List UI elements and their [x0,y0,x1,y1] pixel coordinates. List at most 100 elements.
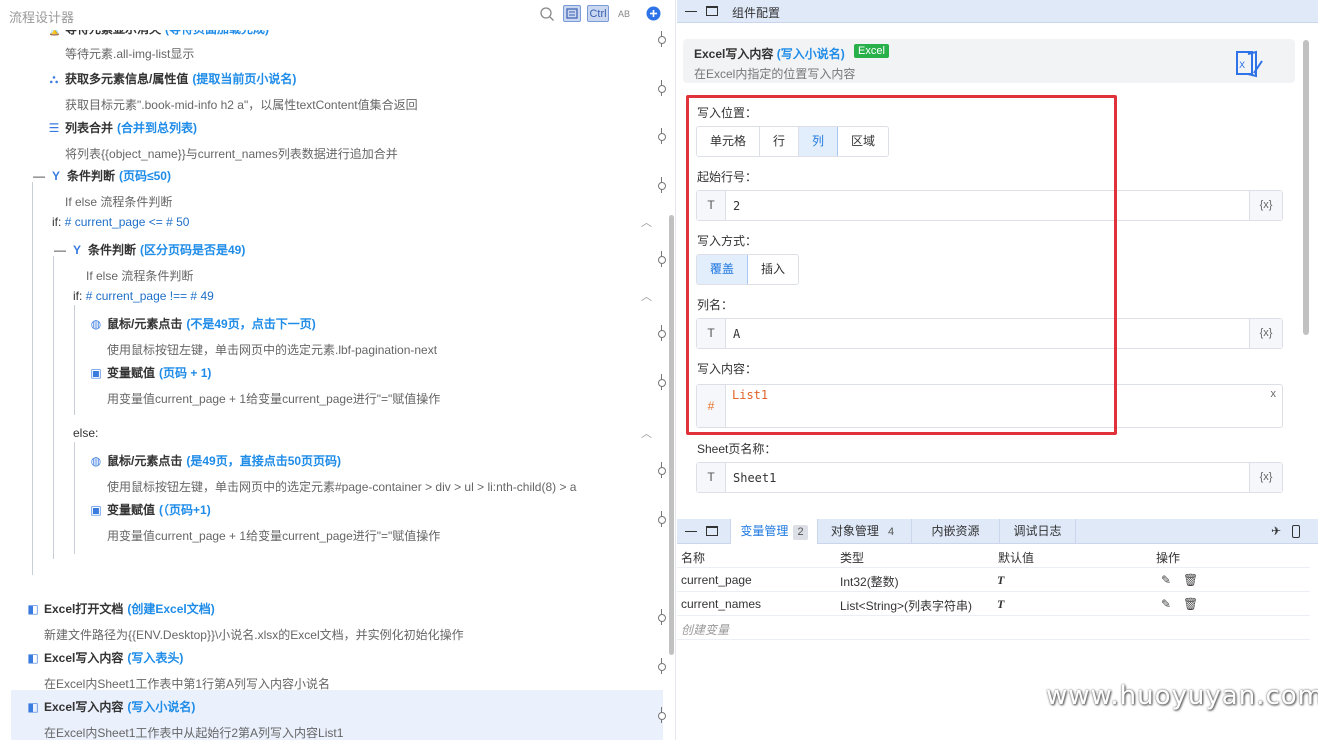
text-type-icon[interactable]: T [697,463,726,492]
step-tag: (页码 + 1) [159,366,212,380]
step-name: 变量赋值 [107,503,156,517]
breakpoint-pin-icon[interactable] [657,80,667,96]
mobile-icon[interactable] [1292,525,1300,538]
if-branch-2[interactable]: if: # current_page !== # 49 [73,289,214,303]
component-card: Excel写入内容 (写入小说名) Excel 在Excel内指定的位置写入内容… [683,39,1295,83]
flow-step-excel-write-names[interactable]: ◧ Excel写入内容 (写入小说名) 在Excel内Sheet1工作表中从起始行2… [26,698,343,740]
edit-icon[interactable]: ✎ [1161,597,1171,611]
step-tag: (区分页码是否是49) [140,243,246,257]
flow-step-get-elements[interactable]: ⛬ 获取多元素信息/属性值 (提取当前页小说名) 获取目标元素".book-mid-… [47,70,418,113]
flow-step-condition-page-le-50[interactable]: — Y 条件判断 (页码≤50) If else 流程条件判断 [33,167,172,210]
flow-scrollbar[interactable] [669,215,674,655]
search-icon[interactable] [539,5,555,22]
flow-step-assign-page[interactable]: ▣ 变量赋值 (页码 + 1) 用变量值current_page + 1给变量cur… [89,364,440,407]
table-row[interactable]: current_page Int32(整数) T ✎ 🗑 [677,568,1310,592]
chevron-up-icon[interactable]: ︿ [641,425,652,441]
if-expression: # current_page !== # 49 [85,289,214,303]
step-desc: If else 流程条件判断 [65,195,173,209]
branch-line [32,182,33,575]
variable-button[interactable]: {x} [1249,463,1282,492]
maximize-icon[interactable] [706,6,718,16]
breakpoint-pin-icon[interactable] [657,462,667,478]
minimize-icon[interactable] [685,11,697,12]
breakpoint-pin-icon[interactable] [657,707,667,723]
breakpoint-pin-icon[interactable] [657,609,667,625]
breakpoint-pin-icon[interactable] [657,31,667,47]
mouse-icon: ◍ [90,453,102,468]
spellcheck-icon[interactable]: AB [615,5,633,22]
variable-button[interactable]: {x} [1249,319,1282,348]
excel-write-icon: ◧ [27,650,39,665]
flow-step-excel-open[interactable]: ◧ Excel打开文档 (创建Excel文档) 新建文件路径为{{ENV.Deskt… [26,600,463,643]
tab-objects[interactable]: 对象管理 4 [818,519,912,544]
tab-resources[interactable]: 内嵌资源 [912,519,1000,544]
step-desc: 在Excel内Sheet1工作表中第1行第A列写入内容小说名 [44,677,331,691]
clear-icon[interactable]: x [1271,388,1277,400]
text-type-icon: T [997,573,1005,587]
variable-button[interactable]: {x} [1249,191,1282,220]
sheet-name-label: Sheet页名称： [697,442,777,456]
flow-step-condition-page-49[interactable]: — Y 条件判断 (区分页码是否是49) If else 流程条件判断 [54,241,245,284]
list-merge-icon: ☰ [48,120,60,135]
flow-step-excel-write-header[interactable]: ◧ Excel写入内容 (写入表头) 在Excel内Sheet1工作表中第1行第A列… [26,649,330,692]
step-tag: (不是49页，点击下一页) [186,317,316,331]
edit-icon[interactable]: ✎ [1161,573,1171,587]
flow-designer-header: 流程设计器 Ctrl AB [0,0,675,30]
maximize-icon[interactable] [706,526,718,536]
select-tool-icon[interactable] [563,5,581,22]
create-variable-link[interactable]: 创建变量 [681,621,729,638]
step-desc: 等待元素.all-img-list显示 [65,47,195,61]
step-name: 变量赋值 [107,366,156,380]
breakpoint-pin-icon[interactable] [657,325,667,341]
table-row[interactable]: current_names List<String>(列表字符串) T ✎ 🗑 [677,592,1310,616]
tab-debug-log[interactable]: 调试日志 [1000,519,1076,544]
excel-write-large-icon: X [1234,49,1264,79]
add-circle-icon[interactable] [645,5,661,22]
config-scrollbar[interactable] [1303,40,1309,335]
step-name: 条件判断 [67,169,116,183]
flow-list: ⌛等待元素显示消失(等待页面加载完成) 等待元素.all-img-list显示 … [0,0,675,740]
table-header: 名称 类型 默认值 操作 [677,544,1310,568]
step-name: Excel打开文档 [44,602,124,616]
flow-designer-panel: ⌛等待元素显示消失(等待页面加载完成) 等待元素.all-img-list显示 … [0,0,676,740]
collapse-icon[interactable]: — [54,243,66,257]
step-name: 列表合并 [65,121,114,135]
branch-line [74,305,75,415]
chevron-up-icon[interactable]: ︿ [641,288,652,304]
breakpoint-pin-icon[interactable] [657,128,667,144]
flow-step-mouse-click-50[interactable]: ◍ 鼠标/元素点击 (是49页，直接点击50页页码) 使用鼠标按钮左键，单击网页中的… [89,452,577,495]
delete-icon[interactable]: 🗑 [1183,573,1198,587]
else-branch[interactable]: else: [73,426,98,440]
watermark: www.huoyuyan.com [1046,681,1318,711]
step-desc: 获取目标元素".book-mid-info h2 a"，以属性textConte… [65,98,418,112]
breakpoint-pin-icon[interactable] [657,177,667,193]
ctrl-toggle-icon[interactable]: Ctrl [587,5,609,22]
flow-step-list-merge[interactable]: ☰ 列表合并 (合并到总列表) 将列表{{object_name}}与current… [47,119,398,162]
breakpoint-pin-icon[interactable] [657,374,667,390]
component-config-panel: 组件配置 Excel写入内容 (写入小说名) Excel 在Excel内指定的位… [677,0,1318,740]
breakpoint-pin-icon[interactable] [657,251,667,267]
sheet-name-input[interactable]: T Sheet1 {x} [696,462,1283,493]
step-name: 获取多元素信息/属性值 [65,72,189,86]
elements-icon: ⛬ [49,71,59,86]
create-variable-row[interactable]: 创建变量 [677,616,1310,640]
step-desc: 使用鼠标按钮左键，单击网页中的选定元素#page-container > div… [107,480,577,494]
condition-icon: Y [51,168,60,183]
branch-line [74,442,75,554]
flow-step-mouse-click-next[interactable]: ◍ 鼠标/元素点击 (不是49页，点击下一页) 使用鼠标按钮左键，单击网页中的选定元… [89,315,437,358]
minimize-icon[interactable] [685,531,697,532]
flow-step-assign-page-2[interactable]: ▣ 变量赋值 (（页码+1) 用变量值current_page + 1给变量curr… [89,501,440,544]
assign-icon: ▣ [90,502,102,517]
tab-variables[interactable]: 变量管理 2 [730,519,818,544]
if-branch-1[interactable]: if: # current_page <= # 50 [52,215,189,229]
breakpoint-pin-icon[interactable] [657,658,667,674]
collapse-icon[interactable]: — [33,169,45,183]
component-desc: 在Excel内指定的位置写入内容 [694,67,856,81]
step-desc: 用变量值current_page + 1给变量current_page进行"="… [107,392,441,406]
breakpoint-pin-icon[interactable] [657,511,667,527]
pin-panel-icon[interactable]: ✈ [1271,524,1281,538]
step-tag: (写入小说名) [127,700,196,714]
delete-icon[interactable]: 🗑 [1183,597,1198,611]
step-tag: (写入表头) [127,651,184,665]
chevron-up-icon[interactable]: ︿ [641,214,652,230]
